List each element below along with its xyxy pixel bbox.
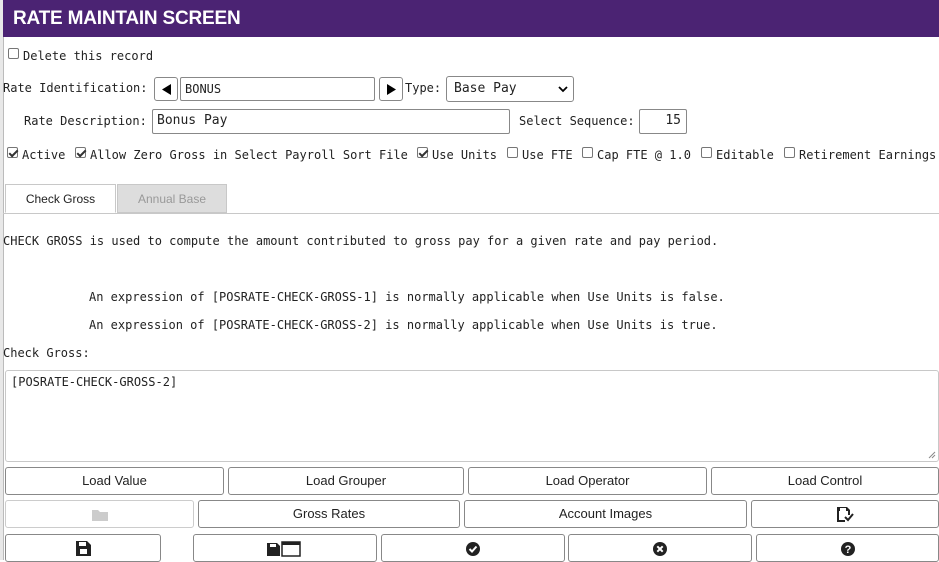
type-label: Type: <box>405 81 442 95</box>
save-window-icon <box>267 540 301 557</box>
check-gross-textarea[interactable]: [POSRATE-CHECK-GROSS-2] <box>5 370 939 462</box>
active-checkbox[interactable] <box>7 147 18 158</box>
allow-zero-gross-checkbox[interactable] <box>75 147 86 158</box>
type-select[interactable]: Base Pay <box>446 76 574 102</box>
cap-fte-checkbox[interactable] <box>582 147 593 158</box>
delete-record-checkbox[interactable] <box>8 48 19 59</box>
use-fte-label: Use FTE <box>522 148 573 162</box>
rate-identification-label: Rate Identification: <box>3 81 148 95</box>
previous-rate-button[interactable] <box>154 77 178 101</box>
open-folder-button[interactable] <box>5 500 194 528</box>
rate-description-label: Rate Description: <box>24 114 147 128</box>
help-text-line-1: CHECK GROSS is used to compute the amoun… <box>3 234 719 248</box>
use-units-checkbox[interactable] <box>417 147 428 158</box>
x-circle-icon <box>653 541 667 556</box>
use-fte-checkbox[interactable] <box>507 147 518 158</box>
delete-record-label: Delete this record <box>23 49 154 63</box>
use-units-label: Use Units <box>432 148 498 162</box>
active-label: Active <box>22 148 66 162</box>
check-circle-icon <box>466 541 480 556</box>
type-selected-value: Base Pay <box>454 81 517 96</box>
help-text-line-3: An expression of [POSRATE-CHECK-GROSS-2]… <box>89 318 718 332</box>
load-operator-button[interactable]: Load Operator <box>468 467 707 495</box>
window-title: RATE MAINTAIN SCREEN <box>13 8 241 29</box>
retirement-earnings-checkbox[interactable] <box>784 147 795 158</box>
confirm-button[interactable] <box>381 534 565 562</box>
next-rate-button[interactable] <box>379 77 403 101</box>
save-check-icon <box>836 507 854 523</box>
folder-icon <box>91 510 108 522</box>
help-text-line-2: An expression of [POSRATE-CHECK-GROSS-1]… <box>89 290 725 304</box>
chevron-down-icon <box>558 86 568 93</box>
check-gross-label: Check Gross: <box>3 346 90 360</box>
svg-text:?: ? <box>844 544 851 556</box>
arrow-left-icon <box>162 84 171 95</box>
editable-label: Editable <box>716 148 774 162</box>
save-window-button[interactable] <box>193 534 377 562</box>
load-control-button[interactable]: Load Control <box>711 467 939 495</box>
resize-grip-icon[interactable] <box>928 451 936 459</box>
account-images-button[interactable]: Account Images <box>464 500 747 528</box>
help-button[interactable]: ? <box>756 534 939 562</box>
arrow-right-icon <box>387 84 396 95</box>
editable-checkbox[interactable] <box>701 147 712 158</box>
cancel-button[interactable] <box>568 534 752 562</box>
load-value-button[interactable]: Load Value <box>5 467 224 495</box>
title-bar: RATE MAINTAIN SCREEN <box>3 0 939 37</box>
load-grouper-button[interactable]: Load Grouper <box>228 467 464 495</box>
tab-divider <box>3 213 939 214</box>
rate-description-input[interactable]: Bonus Pay <box>152 109 510 134</box>
select-sequence-label: Select Sequence: <box>519 114 635 128</box>
rate-identification-input[interactable]: BONUS <box>180 77 375 101</box>
tab-check-gross[interactable]: Check Gross <box>5 184 116 213</box>
save-and-check-button[interactable] <box>751 500 939 528</box>
gross-rates-button[interactable]: Gross Rates <box>198 500 460 528</box>
select-sequence-input[interactable]: 15 <box>639 109 687 134</box>
retirement-earnings-label: Retirement Earnings <box>799 148 937 162</box>
save-icon <box>75 541 91 557</box>
help-circle-icon: ? <box>840 541 855 556</box>
save-button[interactable] <box>5 534 161 562</box>
tab-annual-base[interactable]: Annual Base <box>117 184 227 213</box>
allow-zero-gross-label: Allow Zero Gross in Select Payroll Sort … <box>90 148 408 162</box>
cap-fte-label: Cap FTE @ 1.0 <box>597 148 691 162</box>
check-gross-expression: [POSRATE-CHECK-GROSS-2] <box>11 375 178 389</box>
